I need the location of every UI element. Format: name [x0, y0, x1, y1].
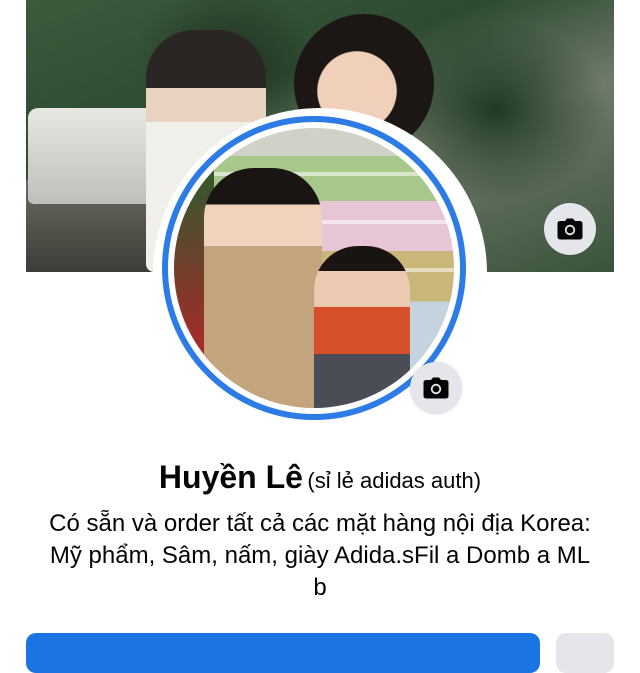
- primary-action-button[interactable]: [26, 633, 540, 673]
- bio-line: Mỹ phẩm, Sâm, nấm, giày Adida.sFil a Dom…: [49, 542, 591, 569]
- profile-alternate-name: (sỉ lẻ adidas auth): [307, 468, 482, 493]
- cover-planter: [28, 108, 162, 204]
- bio-line: Có sẵn và order tất cả các mặt hàng nội …: [49, 510, 591, 537]
- girl-figure: [204, 168, 322, 408]
- camera-icon: [557, 218, 583, 240]
- camera-icon: [423, 377, 449, 399]
- profile-picture[interactable]: [174, 128, 454, 408]
- profile-display-name: Huyền Lê: [158, 459, 303, 495]
- edit-profile-picture-button[interactable]: [410, 362, 462, 414]
- bio-line: b: [313, 574, 327, 601]
- profile-bio: Có sẵn và order tất cả các mặt hàng nội …: [20, 508, 620, 604]
- profile-name: Huyền Lê (sỉ lẻ adidas auth): [0, 459, 640, 496]
- more-options-button[interactable]: [556, 633, 614, 673]
- shelf-divider: [174, 172, 454, 176]
- boy-figure: [314, 246, 410, 408]
- edit-cover-photo-button[interactable]: [544, 203, 596, 255]
